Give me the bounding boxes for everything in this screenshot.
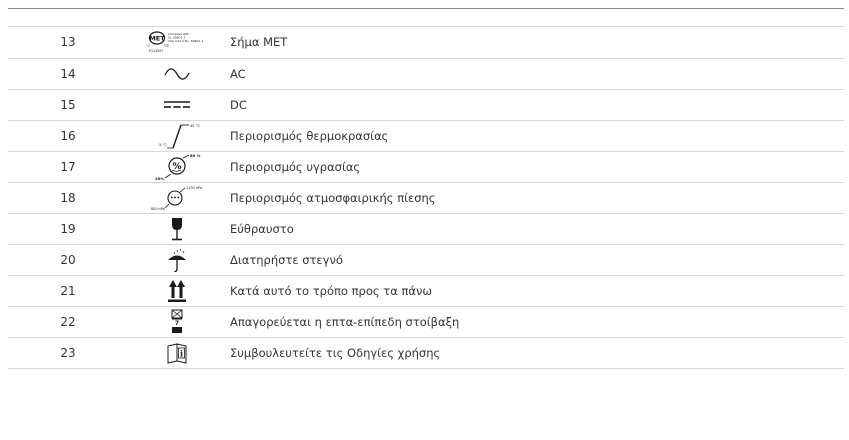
row-number: 16 xyxy=(60,128,76,143)
svg-text:i: i xyxy=(180,348,183,358)
row-number: 22 xyxy=(60,314,76,329)
row-number: 19 xyxy=(60,221,76,236)
svg-text:CSA C22.2 No. 60601-1: CSA C22.2 No. 60601-1 xyxy=(168,39,203,43)
table-row: 13 MET C US E114597 Complies with UL 606… xyxy=(8,27,844,59)
symbols-table: 13 MET C US E114597 Complies with UL 606… xyxy=(8,27,844,369)
row-description: Διατηρήστε στεγνό xyxy=(230,252,343,267)
pressure-limit-icon: ••• 1100 hPa 800 hPa xyxy=(137,184,217,212)
svg-text:US: US xyxy=(164,44,170,48)
row-number: 23 xyxy=(60,345,76,360)
table-row: 18 ••• 1100 hPa 800 hPa Περιορισμός ατμο… xyxy=(8,182,844,214)
svg-text:800 hPa: 800 hPa xyxy=(151,207,165,211)
svg-text:80 %: 80 % xyxy=(190,153,201,158)
symbols-table-page: 13 MET C US E114597 Complies with UL 606… xyxy=(0,0,849,440)
table-row: 21 Κατά αυτό το τρόπο προς τα πάνω xyxy=(8,275,844,307)
table-row: 14 AC xyxy=(8,58,844,90)
row-description: Συμβουλευτείτε τις Οδηγίες χρήσης xyxy=(230,345,441,360)
row-description: AC xyxy=(230,66,246,81)
row-number: 17 xyxy=(60,159,76,174)
humidity-limit-icon: % 80 % 20% xyxy=(137,153,217,181)
row-description: Περιορισμός ατμοσφαιρικής πίεσης xyxy=(230,190,436,205)
ac-icon xyxy=(137,60,217,88)
row-number: 18 xyxy=(60,190,76,205)
row-number: 15 xyxy=(60,97,76,112)
row-number: 14 xyxy=(60,66,76,81)
table-row: 19 Εύθραυστο xyxy=(8,213,844,245)
svg-text:7: 7 xyxy=(175,320,179,327)
table-row: 16 45 °C -5 °C Περιορισμός θερμοκρασίας xyxy=(8,120,844,152)
fragile-icon xyxy=(137,215,217,243)
row-description: Σήμα MET xyxy=(230,35,288,50)
dc-icon xyxy=(137,91,217,119)
row-description: DC xyxy=(230,97,247,112)
table-row: 23 i Συμβουλευτείτε τις Οδηγίες χρήσης xyxy=(8,337,844,369)
svg-text:MET: MET xyxy=(149,35,165,43)
temperature-limit-icon: 45 °C -5 °C xyxy=(137,122,217,150)
svg-text:C: C xyxy=(148,44,151,48)
row-description: Περιορισμός θερμοκρασίας xyxy=(230,128,389,143)
svg-text:E114597: E114597 xyxy=(149,49,163,53)
this-way-up-icon xyxy=(137,277,217,305)
row-number: 21 xyxy=(60,283,76,298)
table-row: 17 % 80 % 20% Περιορισμός υγρασίας xyxy=(8,151,844,183)
stacking-limit-icon: 7 xyxy=(137,308,217,336)
row-description: Κατά αυτό το τρόπο προς τα πάνω xyxy=(230,283,433,298)
consult-instructions-icon: i xyxy=(137,339,217,367)
table-header-row xyxy=(8,9,844,27)
row-description: Περιορισμός υγρασίας xyxy=(230,159,361,174)
table-row: 22 7 Απαγορεύεται η επτα-επίπεδη στοίβαξ… xyxy=(8,306,844,338)
met-mark-icon: MET C US E114597 Complies with UL 60601-… xyxy=(137,28,217,56)
svg-text:45 °C: 45 °C xyxy=(190,124,201,128)
svg-text:•••: ••• xyxy=(170,195,180,201)
row-description: Εύθραυστο xyxy=(230,221,294,236)
keep-dry-icon xyxy=(137,246,217,274)
table-row: 20 Διατηρήστε στεγνό xyxy=(8,244,844,276)
svg-text:1100 hPa: 1100 hPa xyxy=(186,186,202,190)
row-number: 20 xyxy=(60,252,76,267)
svg-text:-5 °C: -5 °C xyxy=(158,143,168,147)
row-number: 13 xyxy=(60,35,76,50)
table-row: 15 DC xyxy=(8,89,844,121)
row-description: Απαγορεύεται η επτα-επίπεδη στοίβαξη xyxy=(230,314,460,329)
svg-text:20%: 20% xyxy=(155,176,164,181)
